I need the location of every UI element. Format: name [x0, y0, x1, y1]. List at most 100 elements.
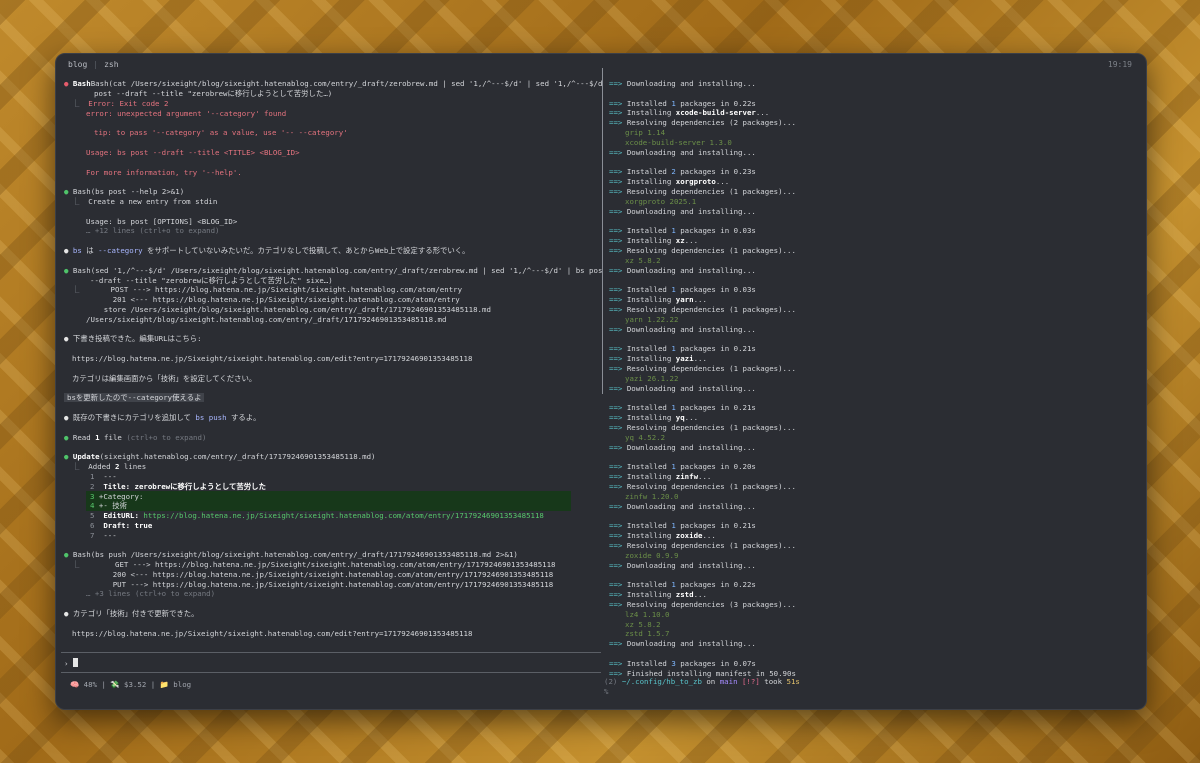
download-line: ==> Downloading and installing...	[609, 639, 756, 649]
expand-hint[interactable]: … +12 lines (ctrl+o to expand)	[86, 226, 220, 236]
added-summary: ⎿ Added 2 lines	[72, 462, 147, 471]
installing-line: ==> Installing zinfw...	[609, 472, 712, 482]
output-line: ⎿ POST ---> https://blog.hatena.ne.jp/Si…	[72, 285, 463, 294]
update-call: ● Update(sixeight.hatenablog.com/entry/_…	[64, 452, 376, 461]
package-version: zstd 1.5.7	[625, 629, 670, 639]
download-line: ==> Downloading and installing...	[609, 501, 756, 511]
installed-line: ==> Installed 1 packages in 0.03s	[609, 285, 756, 295]
diff-added-highlight	[86, 491, 571, 511]
tab-blog[interactable]: blog	[68, 60, 87, 69]
claude-pane[interactable]: ● BashBash(cat /Users/sixeight/blog/sixe…	[56, 74, 602, 709]
package-version: yarn 1.22.22	[625, 314, 679, 324]
output-line: 200 <--- https://blog.hatena.ne.jp/Sixei…	[86, 570, 554, 579]
installed-line: ==> Installed 1 packages in 0.21s	[609, 521, 756, 531]
output-line: 201 <--- https://blog.hatena.ne.jp/Sixei…	[86, 295, 460, 304]
session-cost: 💸 $3.52	[110, 680, 147, 689]
edit-url[interactable]: https://blog.hatena.ne.jp/Sixeight/sixei…	[72, 629, 472, 639]
assistant-message: ● 下書き投稿できた。編集URLはこちら:	[64, 334, 202, 343]
bash-call: ● Bash(bs push /Users/sixeight/blog/sixe…	[64, 550, 518, 559]
package-version: xz 5.8.2	[625, 619, 661, 629]
installing-line: ==> Installing xz...	[609, 236, 699, 246]
tool-name: Bash	[72, 79, 91, 88]
output-line: /Users/sixeight/blog/sixeight.hatenablog…	[86, 315, 447, 324]
package-version: lz4 1.10.0	[625, 609, 670, 619]
brew-output-pane[interactable]: ==> Downloading and installing... ==> Ins…	[605, 74, 1146, 709]
installed-line: ==> Installed 1 packages in 0.22s	[609, 580, 756, 590]
tab-separator: |	[93, 60, 99, 69]
clock: 19:19	[1107, 60, 1132, 69]
download-line: ==> Downloading and installing...	[609, 324, 756, 334]
resolving-line: ==> Resolving dependencies (1 packages).…	[609, 305, 796, 315]
installing-line: ==> Installing yazi...	[609, 354, 707, 364]
diff-line: 7 ---	[90, 531, 117, 540]
command-text: post --draft --title "zerobrewに移行しようとして苦…	[94, 89, 333, 98]
download-line: ==> Downloading and installing...	[609, 206, 756, 216]
prompt-input[interactable]: ›	[64, 658, 78, 668]
installed-line: ==> Installed 1 packages in 0.20s	[609, 462, 756, 472]
installing-line: ==> Installing zstd...	[609, 590, 707, 600]
text-cursor	[72, 658, 78, 667]
error-line: error: unexpected argument '--category' …	[86, 109, 287, 118]
download-line: ==> Downloading and installing...	[609, 560, 756, 570]
resolving-line: ==> Resolving dependencies (2 packages).…	[609, 118, 796, 128]
package-version: grip 1.14	[625, 128, 666, 138]
resolving-line: ==> Resolving dependencies (1 packages).…	[609, 246, 796, 256]
installing-line: ==> Installing xorgproto...	[609, 177, 730, 187]
error-line: Usage: bs post --draft --title <TITLE> <…	[86, 148, 300, 157]
output-line: store /Users/sixeight/blog/sixeight.hate…	[86, 305, 491, 314]
shell-prompt: (2) ~/.config/hb_to_zb on main [!?] took…	[604, 677, 800, 686]
download-line: ==> Downloading and installing...	[609, 442, 756, 452]
resolving-line: ==> Resolving dependencies (1 packages).…	[609, 423, 796, 433]
error-line: ⎿ Error: Exit code 2	[72, 99, 169, 108]
command-text: Bash(cat /Users/sixeight/blog/sixeight.h…	[90, 79, 602, 88]
assistant-message: ● カテゴリ「技術」付きで更新できた。	[64, 609, 199, 618]
output-line: ⎿ Create a new entry from stdin	[72, 197, 218, 206]
download-line: ==> Downloading and installing...	[609, 265, 756, 275]
diff-line: 5 EditURL: https://blog.hatena.ne.jp/Six…	[90, 511, 544, 520]
shell-prompt-char[interactable]: %	[604, 687, 608, 696]
assistant-message: ● bs は --category をサポートしていないみたいだ。カテゴリなしで…	[64, 246, 470, 255]
terminal-window: blog | zsh 19:19 ● BashBash(cat /Users/s…	[55, 53, 1147, 710]
installing-line: ==> Installing yarn...	[609, 295, 707, 305]
bash-call: ● Bash(bs post --help 2>&1)	[64, 187, 185, 196]
diff-line: 2 Title: zerobrewに移行しようとして苦労した	[90, 482, 266, 491]
output-line: ⎿ GET ---> https://blog.hatena.ne.jp/Six…	[72, 560, 556, 569]
diff-line: 1 ---	[90, 472, 117, 481]
assistant-note: カテゴリは編集画面から「技術」を設定してください。	[72, 374, 257, 383]
error-line: tip: to pass '--category' as a value, us…	[94, 128, 348, 137]
resolving-line: ==> Resolving dependencies (1 packages).…	[609, 482, 796, 492]
installed-line: ==> Installed 1 packages in 0.21s	[609, 344, 756, 354]
read-call: ● Read 1 file (ctrl+o to expand)	[64, 433, 207, 442]
status-dot: ●	[64, 79, 69, 88]
installed-line: ==> Installed 1 packages in 0.03s	[609, 226, 756, 236]
installed-line: ==> Installed 3 packages in 0.07s	[609, 658, 756, 668]
context-usage: 🧠 48%	[70, 680, 98, 689]
installing-line: ==> Installing xcode-build-server...	[609, 108, 770, 118]
expand-hint[interactable]: … +3 lines (ctrl+o to expand)	[86, 589, 215, 599]
package-version: zoxide 0.9.9	[625, 550, 679, 560]
bash-call: ● Bash(sed '1,/^---$/d' /Users/sixeight/…	[64, 266, 602, 275]
error-line: For more information, try '--help'.	[86, 168, 242, 177]
input-top-border	[61, 652, 601, 653]
title-bar: blog | zsh 19:19	[56, 54, 1146, 74]
installing-line: ==> Installing zoxide...	[609, 531, 716, 541]
installing-line: ==> Installing yq...	[609, 413, 699, 423]
installed-line: ==> Installed 1 packages in 0.22s	[609, 98, 756, 108]
assistant-message: ● 既存の下書きにカテゴリを追加して bs push するよ。	[64, 413, 261, 422]
current-directory: 📁 blog	[159, 680, 192, 689]
download-line: ==> Downloading and installing...	[609, 79, 756, 88]
package-version: yq 4.52.2	[625, 432, 666, 442]
package-version: zinfw 1.20.0	[625, 491, 679, 501]
installed-line: ==> Installed 2 packages in 0.23s	[609, 167, 756, 177]
status-bar: 🧠 48% | 💸 $3.52 | 📁 blog	[70, 680, 192, 689]
edit-url[interactable]: https://blog.hatena.ne.jp/Sixeight/sixei…	[72, 354, 472, 364]
resolving-line: ==> Resolving dependencies (1 packages).…	[609, 187, 796, 197]
package-version: xcode-build-server 1.3.0	[625, 137, 732, 147]
pane-divider[interactable]	[602, 68, 603, 394]
tab-zsh[interactable]: zsh	[104, 60, 118, 69]
diff-line-added: 4 +- 技術	[90, 501, 128, 510]
bash-call: ● BashBash(cat /Users/sixeight/blog/sixe…	[64, 79, 602, 89]
download-line: ==> Downloading and installing...	[609, 383, 756, 393]
input-bottom-border	[61, 672, 601, 673]
download-line: ==> Downloading and installing...	[609, 147, 756, 157]
